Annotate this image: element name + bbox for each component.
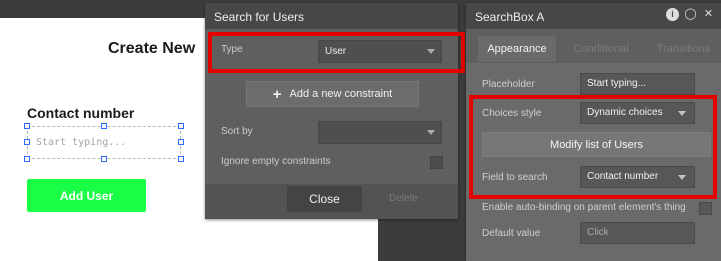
ignore-empty-checkbox[interactable] bbox=[430, 156, 443, 169]
sort-by-dropdown[interactable] bbox=[318, 121, 442, 144]
resize-handle[interactable] bbox=[24, 139, 30, 145]
ignore-empty-label: Ignore empty constraints bbox=[221, 156, 331, 167]
plus-icon: + bbox=[272, 85, 282, 103]
clipped-next-row bbox=[482, 257, 711, 261]
search-for-users-panel: Search for Users Type User + Add a new c… bbox=[205, 3, 465, 219]
resize-handle[interactable] bbox=[178, 156, 184, 162]
add-constraint-button[interactable]: + Add a new constraint bbox=[246, 81, 419, 107]
header-icons: i ◯ ✕ bbox=[666, 8, 715, 21]
resize-handle[interactable] bbox=[178, 139, 184, 145]
highlight-type-box bbox=[208, 32, 465, 73]
ignore-empty-row: Ignore empty constraints bbox=[205, 149, 458, 177]
resize-handle[interactable] bbox=[178, 123, 184, 129]
comment-icon[interactable]: ◯ bbox=[684, 8, 697, 21]
property-panel-title: SearchBox A bbox=[475, 10, 545, 24]
delete-button[interactable]: Delete bbox=[389, 193, 418, 204]
contact-search-input[interactable] bbox=[28, 127, 180, 158]
sort-by-label: Sort by bbox=[221, 126, 253, 137]
placeholder-input[interactable]: Start typing... bbox=[580, 73, 695, 95]
resize-handle[interactable] bbox=[101, 156, 107, 162]
search-panel-title: Search for Users bbox=[205, 3, 458, 29]
resize-handle[interactable] bbox=[101, 123, 107, 129]
tab-transitions[interactable]: Transitions bbox=[646, 36, 721, 62]
close-icon[interactable]: ✕ bbox=[702, 8, 715, 21]
chevron-down-icon bbox=[427, 130, 435, 135]
searchbox-property-panel: SearchBox A i ◯ ✕ Appearance Conditional… bbox=[466, 3, 721, 261]
default-value-input[interactable]: Click bbox=[580, 222, 695, 244]
tab-conditional[interactable]: Conditional bbox=[566, 36, 636, 62]
highlight-choices-box bbox=[469, 95, 717, 199]
property-tabs: Appearance Conditional Transitions bbox=[478, 36, 721, 62]
contact-number-label: Contact number bbox=[27, 105, 135, 121]
resize-handle[interactable] bbox=[24, 123, 30, 129]
resize-handle[interactable] bbox=[24, 156, 30, 162]
default-value-label: Default value bbox=[482, 228, 541, 239]
page-title: Create New bbox=[108, 40, 196, 57]
info-icon[interactable]: i bbox=[666, 8, 679, 21]
auto-binding-checkbox[interactable] bbox=[699, 202, 712, 215]
contact-searchbox[interactable] bbox=[27, 126, 181, 159]
auto-binding-label: Enable auto-binding on parent element's … bbox=[482, 202, 686, 213]
add-constraint-label: Add a new constraint bbox=[289, 88, 393, 100]
property-panel-header: SearchBox A i ◯ ✕ bbox=[466, 3, 721, 29]
placeholder-label: Placeholder bbox=[482, 79, 535, 90]
tab-appearance[interactable]: Appearance bbox=[478, 36, 556, 62]
close-button[interactable]: Close bbox=[287, 186, 362, 212]
sort-by-row: Sort by bbox=[205, 119, 458, 147]
add-user-button[interactable]: Add User bbox=[27, 179, 146, 212]
search-panel-footer: Close Delete bbox=[205, 184, 458, 219]
